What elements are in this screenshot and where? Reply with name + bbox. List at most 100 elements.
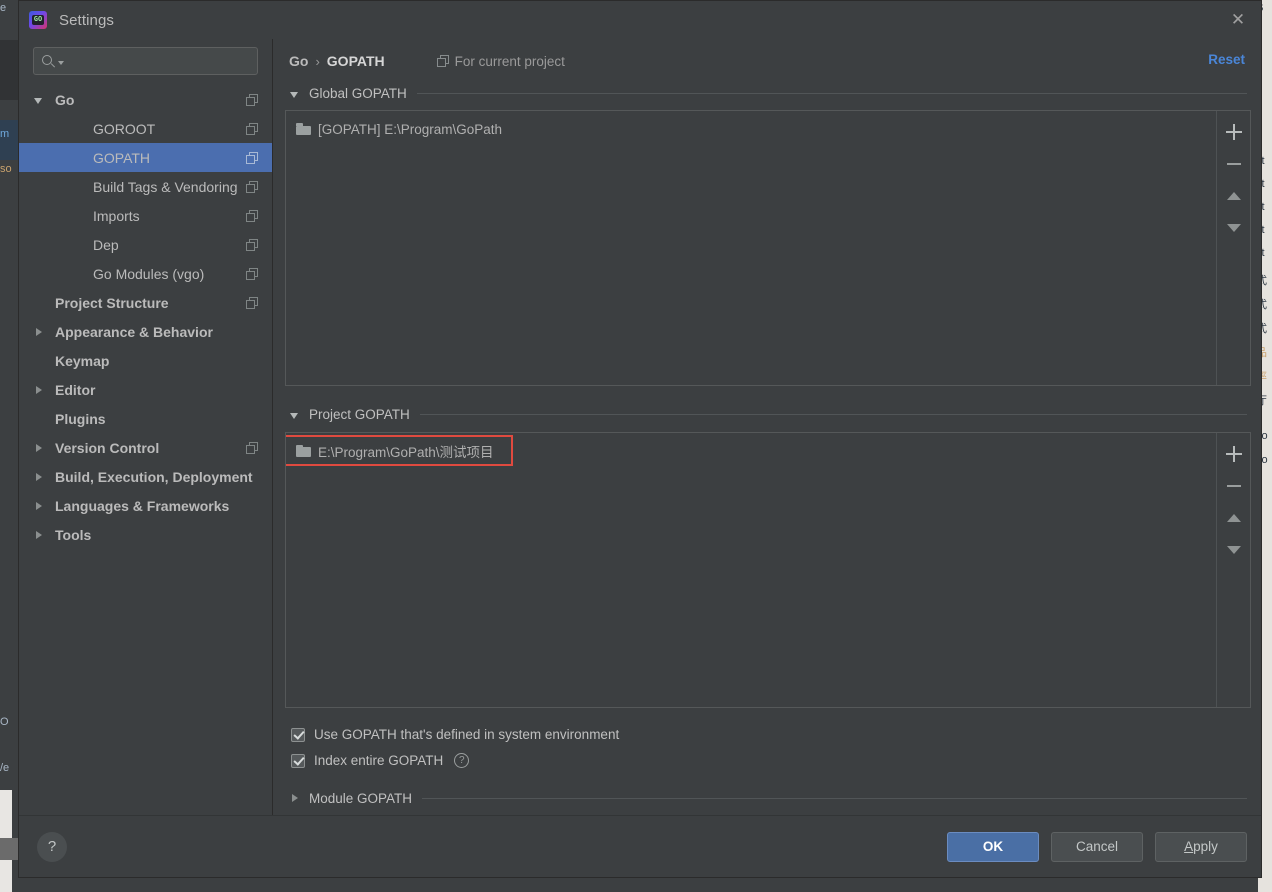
dialog-title: Settings — [59, 11, 114, 29]
sidebar-item-appearance-behavior[interactable]: Appearance & Behavior — [19, 317, 272, 346]
folder-icon — [296, 444, 311, 457]
global-gopath-section-header[interactable]: Global GOPATH — [289, 83, 1251, 104]
reset-link[interactable]: Reset — [1208, 52, 1245, 67]
background-grey-band — [0, 838, 18, 860]
move-down-icon[interactable] — [1221, 537, 1247, 563]
search-wrapper — [19, 39, 272, 81]
module-gopath-section-header[interactable]: Module GOPATH — [289, 788, 1251, 809]
remove-icon[interactable] — [1221, 151, 1247, 177]
gopath-options: Use GOPATH that's defined in system envi… — [291, 722, 1251, 774]
sidebar-item-languages-frameworks[interactable]: Languages & Frameworks — [19, 491, 272, 520]
project-gopath-list[interactable]: E:\Program\GoPath\测试项目 — [286, 433, 1216, 707]
copy-icon[interactable] — [246, 209, 258, 222]
breadcrumb-parent[interactable]: Go — [289, 53, 308, 69]
cancel-button[interactable]: Cancel — [1051, 831, 1143, 862]
breadcrumb-current: GOPATH — [326, 53, 385, 69]
project-gopath-section-header[interactable]: Project GOPATH — [289, 404, 1251, 425]
copy-icon[interactable] — [246, 267, 258, 280]
search-icon — [42, 54, 57, 69]
sidebar-item-label: Keymap — [55, 352, 110, 369]
chevron-down-icon[interactable] — [289, 408, 303, 422]
copy-icon[interactable] — [246, 151, 258, 164]
move-up-icon[interactable] — [1221, 183, 1247, 209]
search-box[interactable] — [33, 47, 258, 75]
copy-icon[interactable] — [246, 441, 258, 454]
close-icon[interactable]: ✕ — [1227, 9, 1249, 31]
help-button[interactable]: ? — [37, 831, 67, 862]
move-down-icon[interactable] — [1221, 215, 1247, 241]
divider — [416, 93, 1247, 95]
sidebar-item-editor[interactable]: Editor — [19, 375, 272, 404]
search-input[interactable] — [64, 52, 257, 70]
checkbox-row[interactable]: Use GOPATH that's defined in system envi… — [291, 722, 1251, 748]
copy-icon[interactable] — [246, 296, 258, 309]
bg-text-fragment: e — [0, 2, 7, 14]
module-gopath-title: Module GOPATH — [309, 790, 413, 806]
project-gopath-panel: E:\Program\GoPath\测试项目 — [285, 431, 1251, 708]
list-item[interactable]: [GOPATH] E:\Program\GoPath — [286, 118, 1216, 140]
checkbox-label: Index entire GOPATH — [314, 753, 444, 769]
chevron-right-icon[interactable] — [33, 325, 47, 339]
chevron-right-icon[interactable] — [33, 528, 47, 542]
project-gopath-toolbar — [1216, 432, 1250, 707]
chevron-right-icon[interactable] — [33, 470, 47, 484]
list-item[interactable]: E:\Program\GoPath\测试项目 — [286, 434, 1216, 466]
chevron-right-icon[interactable] — [33, 383, 47, 397]
checkbox[interactable] — [291, 727, 305, 742]
checkbox-row[interactable]: Index entire GOPATH? — [291, 748, 1251, 774]
breadcrumb-separator: › — [315, 53, 320, 69]
background-left-strip: e m so O /e — [0, 0, 18, 892]
copy-icon[interactable] — [246, 238, 258, 251]
copy-icon[interactable] — [246, 180, 258, 193]
ok-button[interactable]: OK — [947, 831, 1039, 862]
sidebar-item-plugins[interactable]: Plugins — [19, 404, 272, 433]
global-gopath-list[interactable]: [GOPATH] E:\Program\GoPath — [286, 111, 1216, 385]
settings-main-pane: Go › GOPATH For current project Reset Gl… — [273, 39, 1261, 815]
sidebar-item-goroot[interactable]: GOROOT — [19, 114, 272, 143]
sidebar-item-build-execution-deployment[interactable]: Build, Execution, Deployment — [19, 462, 272, 491]
add-icon[interactable] — [1221, 441, 1247, 467]
add-icon[interactable] — [1221, 119, 1247, 145]
checkbox-label: Use GOPATH that's defined in system envi… — [314, 727, 620, 743]
move-up-icon[interactable] — [1221, 505, 1247, 531]
copy-icon[interactable] — [246, 93, 258, 106]
chevron-right-icon[interactable] — [33, 499, 47, 513]
sidebar-item-project-structure[interactable]: Project Structure — [19, 288, 272, 317]
dialog-titlebar: GO Settings ✕ — [19, 1, 1261, 39]
sidebar-item-label: Go Modules (vgo) — [93, 265, 205, 282]
sidebar-item-gopath[interactable]: GOPATH — [19, 143, 272, 172]
sidebar-item-go[interactable]: Go — [19, 85, 272, 114]
sidebar-item-build-tags-vendoring[interactable]: Build Tags & Vendoring — [19, 172, 272, 201]
sidebar-item-keymap[interactable]: Keymap — [19, 346, 272, 375]
settings-category-tree: Go GOROOT GOPATH Build Tags & Vendoring Impo… — [19, 81, 272, 815]
apply-button[interactable]: Apply — [1155, 831, 1247, 862]
bg-text-fragment: O — [0, 716, 9, 728]
global-gopath-title: Global GOPATH — [309, 86, 407, 102]
sidebar-item-label: Build, Execution, Deployment — [55, 468, 253, 485]
apply-mnemonic: A — [1184, 839, 1194, 854]
sidebar-item-version-control[interactable]: Version Control — [19, 433, 272, 462]
chevron-down-icon[interactable] — [289, 87, 303, 101]
sidebar-item-dep[interactable]: Dep — [19, 230, 272, 259]
sidebar-item-label: Tools — [55, 526, 92, 543]
checkbox[interactable] — [291, 753, 305, 768]
sidebar-item-imports[interactable]: Imports — [19, 201, 272, 230]
sidebar-item-tools[interactable]: Tools — [19, 520, 272, 549]
copy-icon[interactable] — [246, 122, 258, 135]
chevron-right-icon[interactable] — [33, 441, 47, 455]
help-icon[interactable]: ? — [454, 753, 470, 769]
chevron-right-icon[interactable] — [289, 791, 303, 805]
sidebar-item-label: Languages & Frameworks — [55, 497, 230, 514]
global-gopath-toolbar — [1216, 111, 1250, 386]
sidebar-item-go-modules-vgo[interactable]: Go Modules (vgo) — [19, 259, 272, 288]
copy-icon — [436, 55, 449, 67]
chevron-down-icon[interactable] — [33, 93, 47, 107]
sidebar-item-label: Build Tags & Vendoring — [93, 178, 238, 195]
sidebar-item-label: Imports — [93, 207, 140, 224]
remove-icon[interactable] — [1221, 473, 1247, 499]
